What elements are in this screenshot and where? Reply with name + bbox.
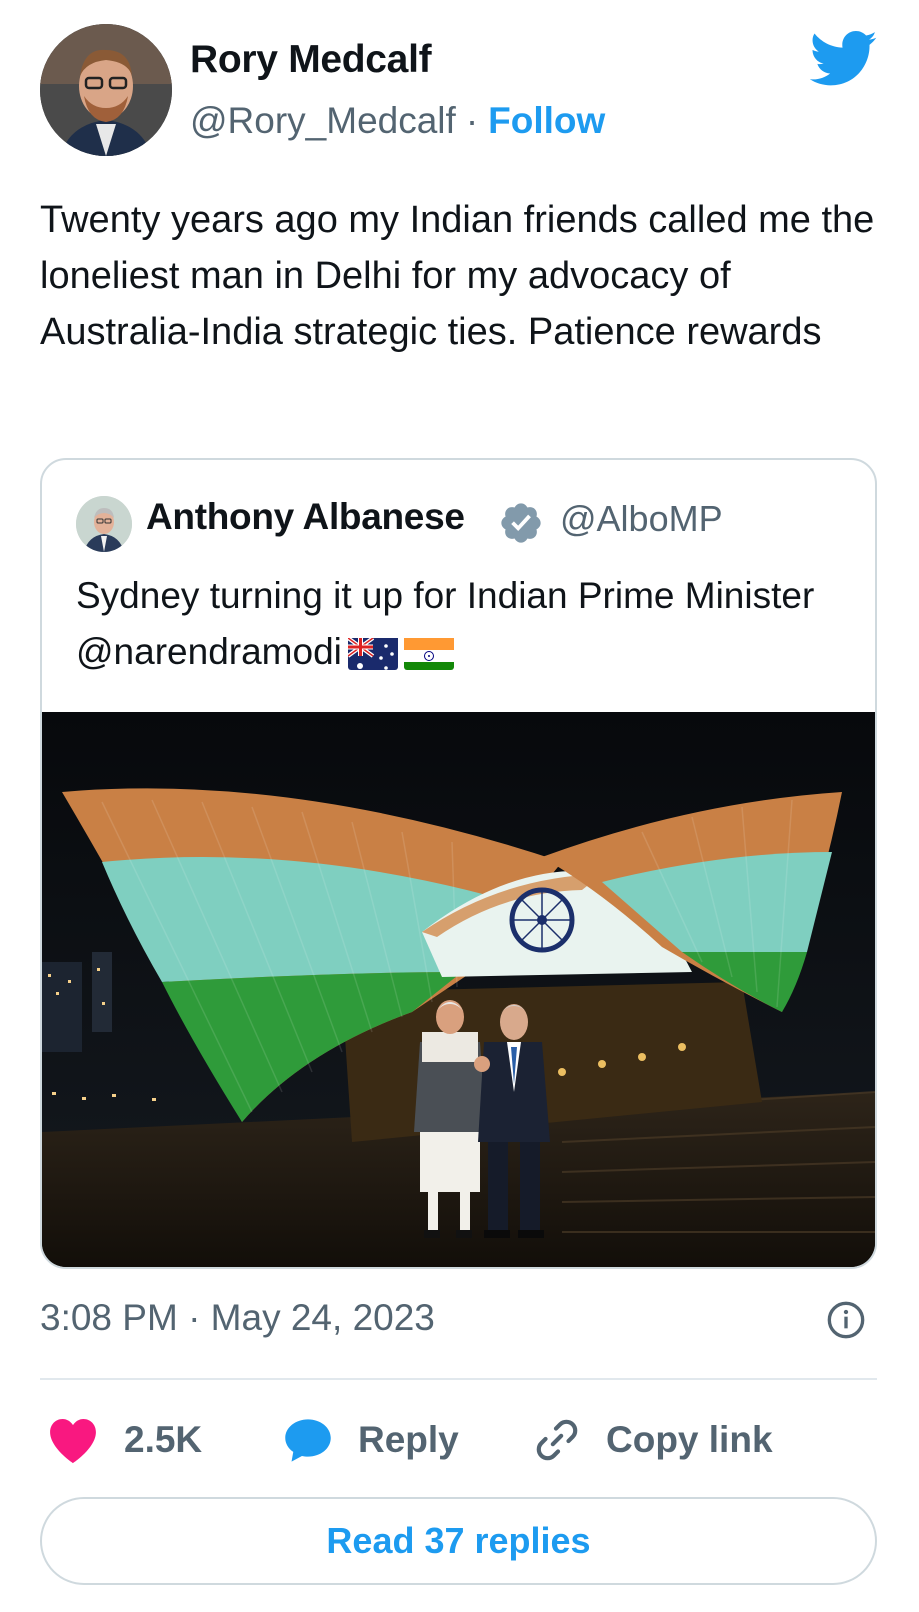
tweet-text: Twenty years ago my Indian friends calle…	[40, 199, 875, 353]
copy-link-label: Copy link	[606, 1419, 773, 1460]
australia-flag-icon	[347, 634, 398, 670]
divider	[40, 1378, 877, 1380]
verified-badge-icon	[501, 503, 541, 543]
reply-button[interactable]: Reply	[282, 1408, 459, 1472]
read-replies-button[interactable]: Read 37 replies	[40, 1497, 877, 1585]
read-replies-label: Read 37 replies	[326, 1520, 591, 1561]
tweet-timestamp[interactable]: 3:08 PM · May 24, 2023	[40, 1297, 435, 1339]
reply-label: Reply	[358, 1419, 459, 1460]
quoted-tweet-image[interactable]	[42, 712, 875, 1269]
quoted-tweet-text: Sydney turning it up for Indian Prime Mi…	[76, 568, 856, 680]
author-avatar[interactable]	[40, 24, 172, 156]
quoted-author-handle[interactable]: @AlboMP	[560, 498, 723, 540]
like-button[interactable]: 2.5K	[46, 1408, 202, 1472]
info-icon[interactable]	[826, 1300, 866, 1340]
quoted-author-name[interactable]: Anthony Albanese	[146, 496, 465, 538]
author-handle[interactable]: @Rory_Medcalf	[190, 100, 456, 141]
quoted-tweet-card[interactable]: Anthony Albanese @AlboMP Sydney turning …	[40, 458, 877, 1269]
india-flag-icon	[403, 634, 454, 670]
separator-dot: ·	[465, 100, 479, 141]
quoted-author-avatar[interactable]	[76, 496, 132, 552]
link-icon	[536, 1419, 578, 1461]
follow-button[interactable]: Follow	[488, 100, 605, 141]
twitter-bird-icon[interactable]	[810, 30, 878, 88]
like-count: 2.5K	[124, 1419, 203, 1460]
author-handle-line: @Rory_Medcalf · Follow	[190, 100, 605, 142]
author-name[interactable]: Rory Medcalf	[190, 38, 432, 82]
heart-icon	[50, 1419, 96, 1464]
reply-bubble-icon	[285, 1419, 331, 1462]
copy-link-button[interactable]: Copy link	[532, 1408, 773, 1472]
tweet-actions: 2.5K Reply Copy link	[40, 1408, 880, 1472]
